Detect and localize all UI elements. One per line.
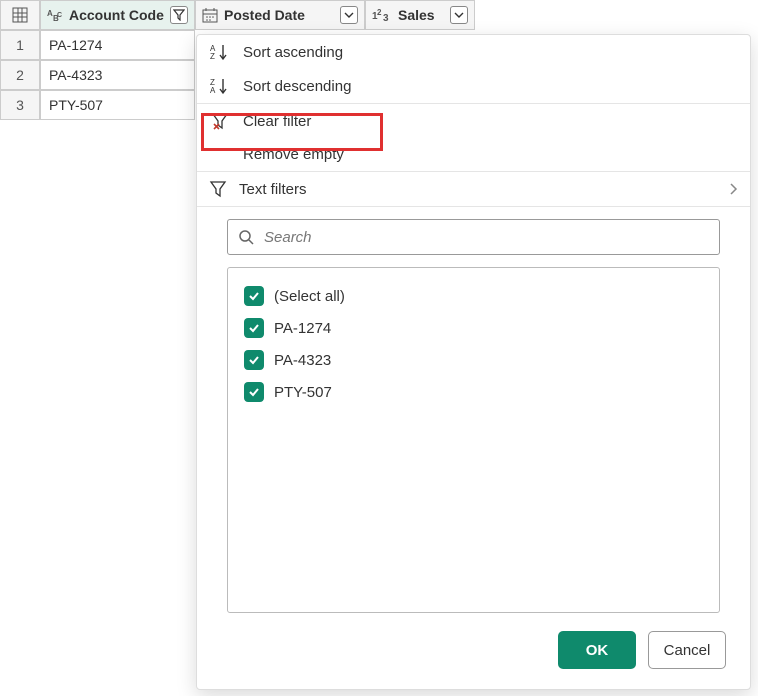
popup-footer: OK Cancel <box>197 613 750 689</box>
filter-value-label: (Select all) <box>274 288 345 305</box>
chevron-down-icon <box>454 10 464 20</box>
svg-text:2: 2 <box>377 8 382 17</box>
svg-text:C: C <box>57 12 62 19</box>
filter-value-item[interactable]: (Select all) <box>242 280 705 312</box>
checkbox-checked[interactable] <box>244 350 264 370</box>
chevron-right-icon <box>728 182 738 196</box>
text-type-icon: A B C <box>47 7 63 23</box>
filter-value-item[interactable]: PA-1274 <box>242 312 705 344</box>
sort-asc-icon: A Z <box>210 43 230 61</box>
clear-filter-icon <box>211 112 229 130</box>
menu-clear-filter[interactable]: Clear filter <box>197 104 750 138</box>
cell-account-code[interactable]: PTY-507 <box>40 90 195 120</box>
column-filter-button[interactable] <box>340 6 358 24</box>
filter-active-icon <box>173 9 185 21</box>
svg-text:A: A <box>210 86 216 95</box>
column-label: Posted Date <box>224 7 305 23</box>
cell-account-code[interactable]: PA-4323 <box>40 60 195 90</box>
row-number[interactable]: 1 <box>0 30 40 60</box>
column-header-posted-date[interactable]: Posted Date <box>195 0 365 30</box>
menu-text-filters[interactable]: Text filters <box>197 172 750 206</box>
chevron-down-icon <box>344 10 354 20</box>
button-label: OK <box>586 642 609 659</box>
column-header-sales[interactable]: 1 2 3 Sales <box>365 0 475 30</box>
row-number[interactable]: 3 <box>0 90 40 120</box>
menu-label: Sort ascending <box>243 44 343 61</box>
menu-sort-ascending[interactable]: A Z Sort ascending <box>197 35 750 69</box>
column-label: Account Code <box>69 7 164 23</box>
checkbox-checked[interactable] <box>244 286 264 306</box>
search-input[interactable] <box>262 228 709 247</box>
cell-account-code[interactable]: PA-1274 <box>40 30 195 60</box>
menu-label: Remove empty <box>243 146 344 163</box>
menu-label: Clear filter <box>243 113 311 130</box>
svg-text:Z: Z <box>210 52 215 61</box>
row-number[interactable]: 2 <box>0 60 40 90</box>
filter-value-item[interactable]: PA-4323 <box>242 344 705 376</box>
button-label: Cancel <box>664 642 711 659</box>
check-icon <box>248 386 260 398</box>
cancel-button[interactable]: Cancel <box>648 631 726 669</box>
check-icon <box>248 290 260 302</box>
check-icon <box>248 354 260 366</box>
date-type-icon <box>202 7 218 23</box>
table-header: A B C Account Code Posted Date 1 <box>0 0 758 30</box>
table-icon <box>12 7 28 23</box>
row-header-corner[interactable] <box>0 0 40 30</box>
number-type-icon: 1 2 3 <box>372 7 392 23</box>
filter-icon <box>209 180 227 198</box>
search-icon <box>238 229 254 245</box>
menu-sort-descending[interactable]: Z A Sort descending <box>197 69 750 103</box>
filter-values-list: (Select all) PA-1274 PA-4323 PTY-507 <box>227 267 720 613</box>
column-header-account-code[interactable]: A B C Account Code <box>40 0 195 30</box>
checkbox-checked[interactable] <box>244 382 264 402</box>
column-filter-button[interactable] <box>170 6 188 24</box>
checkbox-checked[interactable] <box>244 318 264 338</box>
check-icon <box>248 322 260 334</box>
filter-popup: A Z Sort ascending Z A Sort descending <box>196 34 751 690</box>
menu-label: Sort descending <box>243 78 351 95</box>
column-label: Sales <box>398 7 435 23</box>
filter-value-label: PA-1274 <box>274 320 331 337</box>
menu-remove-empty[interactable]: Remove empty <box>197 138 750 171</box>
filter-value-label: PTY-507 <box>274 384 332 401</box>
ok-button[interactable]: OK <box>558 631 636 669</box>
svg-text:3: 3 <box>383 13 389 23</box>
filter-value-item[interactable]: PTY-507 <box>242 376 705 408</box>
sort-desc-icon: Z A <box>210 77 230 95</box>
search-box[interactable] <box>227 219 720 255</box>
column-filter-button[interactable] <box>450 6 468 24</box>
filter-value-label: PA-4323 <box>274 352 331 369</box>
menu-label: Text filters <box>239 181 307 198</box>
